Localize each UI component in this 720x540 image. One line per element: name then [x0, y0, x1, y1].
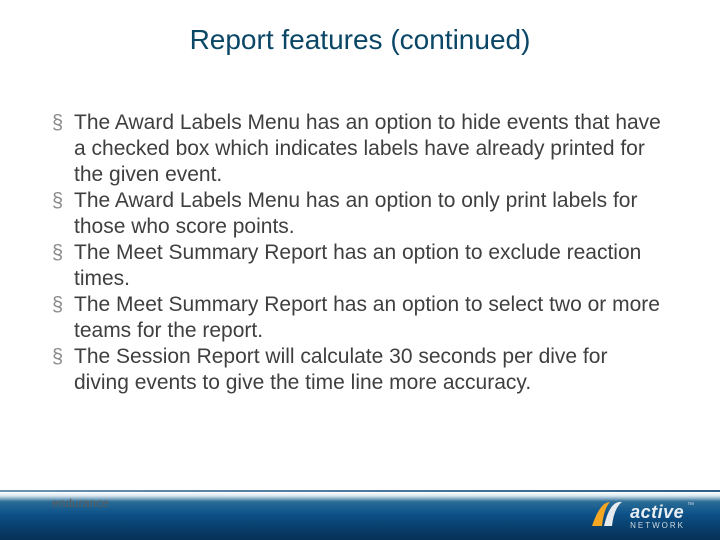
slide-body: § The Award Labels Menu has an option to… — [52, 110, 668, 396]
trademark-icon: ™ — [687, 502, 694, 509]
footer-label: endurance — [52, 496, 109, 510]
logo-text: active NETWORK — [630, 503, 685, 530]
bullet-mark-icon: § — [52, 292, 74, 318]
logo-word: active — [630, 503, 685, 521]
bullet-text: The Award Labels Menu has an option to h… — [74, 110, 668, 188]
bullet-mark-icon: § — [52, 188, 74, 214]
bullet-text: The Session Report will calculate 30 sec… — [74, 344, 668, 396]
footer: endurance active NETWORK ™ — [0, 480, 720, 540]
logo-subtext: NETWORK — [630, 522, 685, 530]
bullet-text: The Meet Summary Report has an option to… — [74, 240, 668, 292]
bullet-item: § The Meet Summary Report has an option … — [52, 240, 668, 292]
bullet-item: § The Meet Summary Report has an option … — [52, 292, 668, 344]
bullet-mark-icon: § — [52, 110, 74, 136]
bullet-text: The Meet Summary Report has an option to… — [74, 292, 668, 344]
bullet-item: § The Session Report will calculate 30 s… — [52, 344, 668, 396]
bullet-item: § The Award Labels Menu has an option to… — [52, 110, 668, 188]
bullet-mark-icon: § — [52, 240, 74, 266]
logo-swoosh-icon — [590, 500, 626, 532]
active-network-logo: active NETWORK ™ — [590, 500, 694, 532]
bullet-mark-icon: § — [52, 344, 74, 370]
slide-title: Report features (continued) — [0, 0, 720, 56]
bullet-item: § The Award Labels Menu has an option to… — [52, 188, 668, 240]
bullet-text: The Award Labels Menu has an option to o… — [74, 188, 668, 240]
slide: Report features (continued) § The Award … — [0, 0, 720, 540]
